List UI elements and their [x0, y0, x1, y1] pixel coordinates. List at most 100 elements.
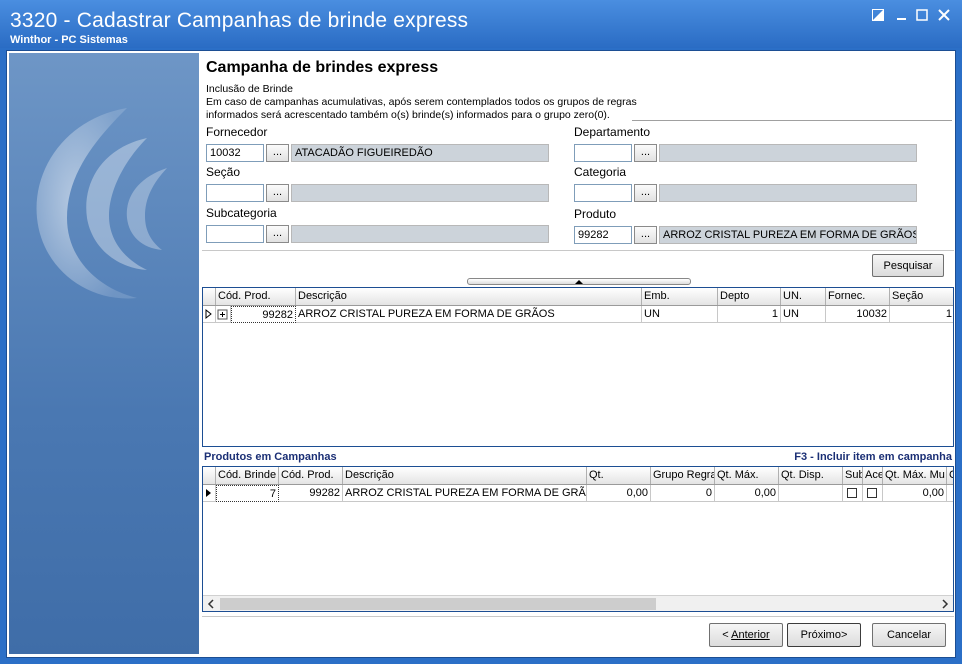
column-header-un[interactable]: UN. — [781, 288, 826, 305]
chevron-up-icon — [575, 280, 583, 284]
next-button[interactable]: Próximo> — [787, 623, 861, 647]
expand-row-button[interactable] — [216, 306, 231, 323]
column-header-descricao[interactable]: Descrição — [343, 467, 587, 484]
header-divider — [632, 120, 952, 121]
column-header-cod-brinde[interactable]: Cód. Brinde — [216, 467, 279, 484]
search-button[interactable]: Pesquisar — [872, 254, 944, 277]
campaign-grid-hint: F3 - Incluir item em campanha — [794, 451, 952, 463]
column-header-cod-prod[interactable]: Cód. Prod. — [279, 467, 343, 484]
column-header-ace[interactable]: Ace — [863, 467, 883, 484]
products-grid-indicator-header — [203, 288, 216, 305]
maximize-icon[interactable] — [912, 8, 932, 24]
scrollbar-thumb[interactable] — [220, 598, 656, 610]
cell-qt-max[interactable]: 0,00 — [715, 485, 779, 502]
edit-icon[interactable] — [868, 8, 888, 24]
column-header-qt-max[interactable]: Qt. Máx. — [715, 467, 779, 484]
close-icon[interactable] — [934, 8, 954, 24]
cell-secao[interactable]: 1 — [890, 306, 953, 323]
column-header-grupo-regra[interactable]: Grupo Regra — [651, 467, 715, 484]
cell-cod-brinde[interactable]: 7 — [216, 485, 279, 502]
sub-checkbox[interactable] — [847, 488, 857, 498]
subcategoria-label: Subcategoria — [206, 206, 277, 220]
cell-depto[interactable]: 1 — [718, 306, 781, 323]
step-label: Inclusão de Brinde — [206, 83, 293, 95]
horizontal-scrollbar[interactable] — [203, 595, 953, 611]
produto-label: Produto — [574, 207, 617, 221]
splitter-handle[interactable] — [467, 278, 691, 285]
column-header-qt-max-mu[interactable]: Qt. Máx. Mu — [883, 467, 947, 484]
cell-descricao[interactable]: ARROZ CRISTAL PUREZA EM FORMA DE GRÃOS — [296, 306, 642, 323]
column-header-qt[interactable]: Qt. — [587, 467, 651, 484]
table-row[interactable]: 99282 ARROZ CRISTAL PUREZA EM FORMA DE G… — [203, 306, 953, 323]
scroll-right-icon[interactable] — [939, 598, 951, 610]
cell-qt-max-mu[interactable]: 0,00 — [883, 485, 947, 502]
row-pointer-icon — [203, 485, 216, 502]
secao-lookup-button[interactable]: ... — [266, 184, 289, 202]
cell-qt[interactable]: 0,00 — [587, 485, 651, 502]
column-header-secao[interactable]: Seção — [890, 288, 953, 305]
scroll-left-icon[interactable] — [205, 598, 217, 610]
previous-button[interactable]: < Anterior — [709, 623, 783, 647]
produto-code-input[interactable]: 99282 — [574, 226, 632, 244]
cell-fornec[interactable]: 10032 — [826, 306, 890, 323]
next-button-label: Próximo> — [800, 629, 848, 641]
fornecedor-lookup-button[interactable]: ... — [266, 144, 289, 162]
info-text-line1: Em caso de campanhas acumulativas, após … — [206, 96, 637, 108]
cell-c[interactable] — [947, 485, 953, 502]
departamento-lookup-button[interactable]: ... — [634, 144, 657, 162]
campaign-grid-indicator-header — [203, 467, 216, 484]
secao-name-field — [291, 184, 549, 202]
cell-emb[interactable]: UN — [642, 306, 718, 323]
column-header-fornec[interactable]: Fornec. — [826, 288, 890, 305]
previous-button-label: Anterior — [731, 629, 770, 641]
fornecedor-code-input[interactable]: 10032 — [206, 144, 264, 162]
title-bar[interactable]: 3320 - Cadastrar Campanhas de brinde exp… — [0, 0, 962, 48]
app-window: 3320 - Cadastrar Campanhas de brinde exp… — [0, 0, 962, 664]
produto-lookup-button[interactable]: ... — [634, 226, 657, 244]
cancel-button[interactable]: Cancelar — [872, 623, 946, 647]
cell-un[interactable]: UN — [781, 306, 826, 323]
cell-grupo-regra[interactable]: 0 — [651, 485, 715, 502]
cell-qt-disp[interactable] — [779, 485, 843, 502]
categoria-lookup-button[interactable]: ... — [634, 184, 657, 202]
fornecedor-label: Fornecedor — [206, 125, 268, 139]
pc-sistemas-logo-icon — [27, 98, 187, 321]
cell-cod-prod[interactable]: 99282 — [231, 306, 296, 323]
departamento-name-field — [659, 144, 917, 162]
column-header-emb[interactable]: Emb. — [642, 288, 718, 305]
footer-divider — [202, 616, 954, 617]
ace-checkbox[interactable] — [867, 488, 877, 498]
column-header-c[interactable]: C — [947, 467, 953, 484]
secao-label: Seção — [206, 165, 241, 179]
cell-cod-prod[interactable]: 99282 — [279, 485, 343, 502]
products-grid-header: Cód. Prod. Descrição Emb. Depto UN. Forn… — [203, 288, 953, 306]
column-header-sub[interactable]: Sub — [843, 467, 863, 484]
secao-code-input[interactable] — [206, 184, 264, 202]
produto-name-field: ARROZ CRISTAL PUREZA EM FORMA DE GRÃOS — [659, 226, 917, 244]
page-title: Campanha de brindes express — [206, 59, 439, 76]
row-pointer-icon — [203, 306, 216, 323]
cell-descricao[interactable]: ARROZ CRISTAL PUREZA EM FORMA DE GRÃOS — [343, 485, 587, 502]
window-subtitle: Winthor - PC Sistemas — [10, 34, 128, 46]
categoria-code-input[interactable] — [574, 184, 632, 202]
departamento-code-input[interactable] — [574, 144, 632, 162]
cell-sub — [843, 485, 863, 502]
campaign-grid-title: Produtos em Campanhas — [204, 451, 337, 463]
filter-divider — [202, 250, 954, 251]
subcategoria-lookup-button[interactable]: ... — [266, 225, 289, 243]
table-row[interactable]: 7 99282 ARROZ CRISTAL PUREZA EM FORMA DE… — [203, 485, 953, 502]
column-header-qt-disp[interactable]: Qt. Disp. — [779, 467, 843, 484]
cell-ace — [863, 485, 883, 502]
campaign-grid-header: Cód. Brinde Cód. Prod. Descrição Qt. Gru… — [203, 467, 953, 485]
categoria-name-field — [659, 184, 917, 202]
info-text-line2: informados será acrescentado também o(s)… — [206, 109, 610, 121]
products-grid: Cód. Prod. Descrição Emb. Depto UN. Forn… — [202, 287, 954, 447]
minimize-icon[interactable] — [892, 8, 912, 24]
column-header-depto[interactable]: Depto — [718, 288, 781, 305]
column-header-cod-prod[interactable]: Cód. Prod. — [216, 288, 296, 305]
side-panel — [9, 53, 199, 654]
column-header-descricao[interactable]: Descrição — [296, 288, 642, 305]
subcategoria-code-input[interactable] — [206, 225, 264, 243]
cancel-button-label: Cancelar — [886, 629, 932, 641]
categoria-label: Categoria — [574, 165, 627, 179]
